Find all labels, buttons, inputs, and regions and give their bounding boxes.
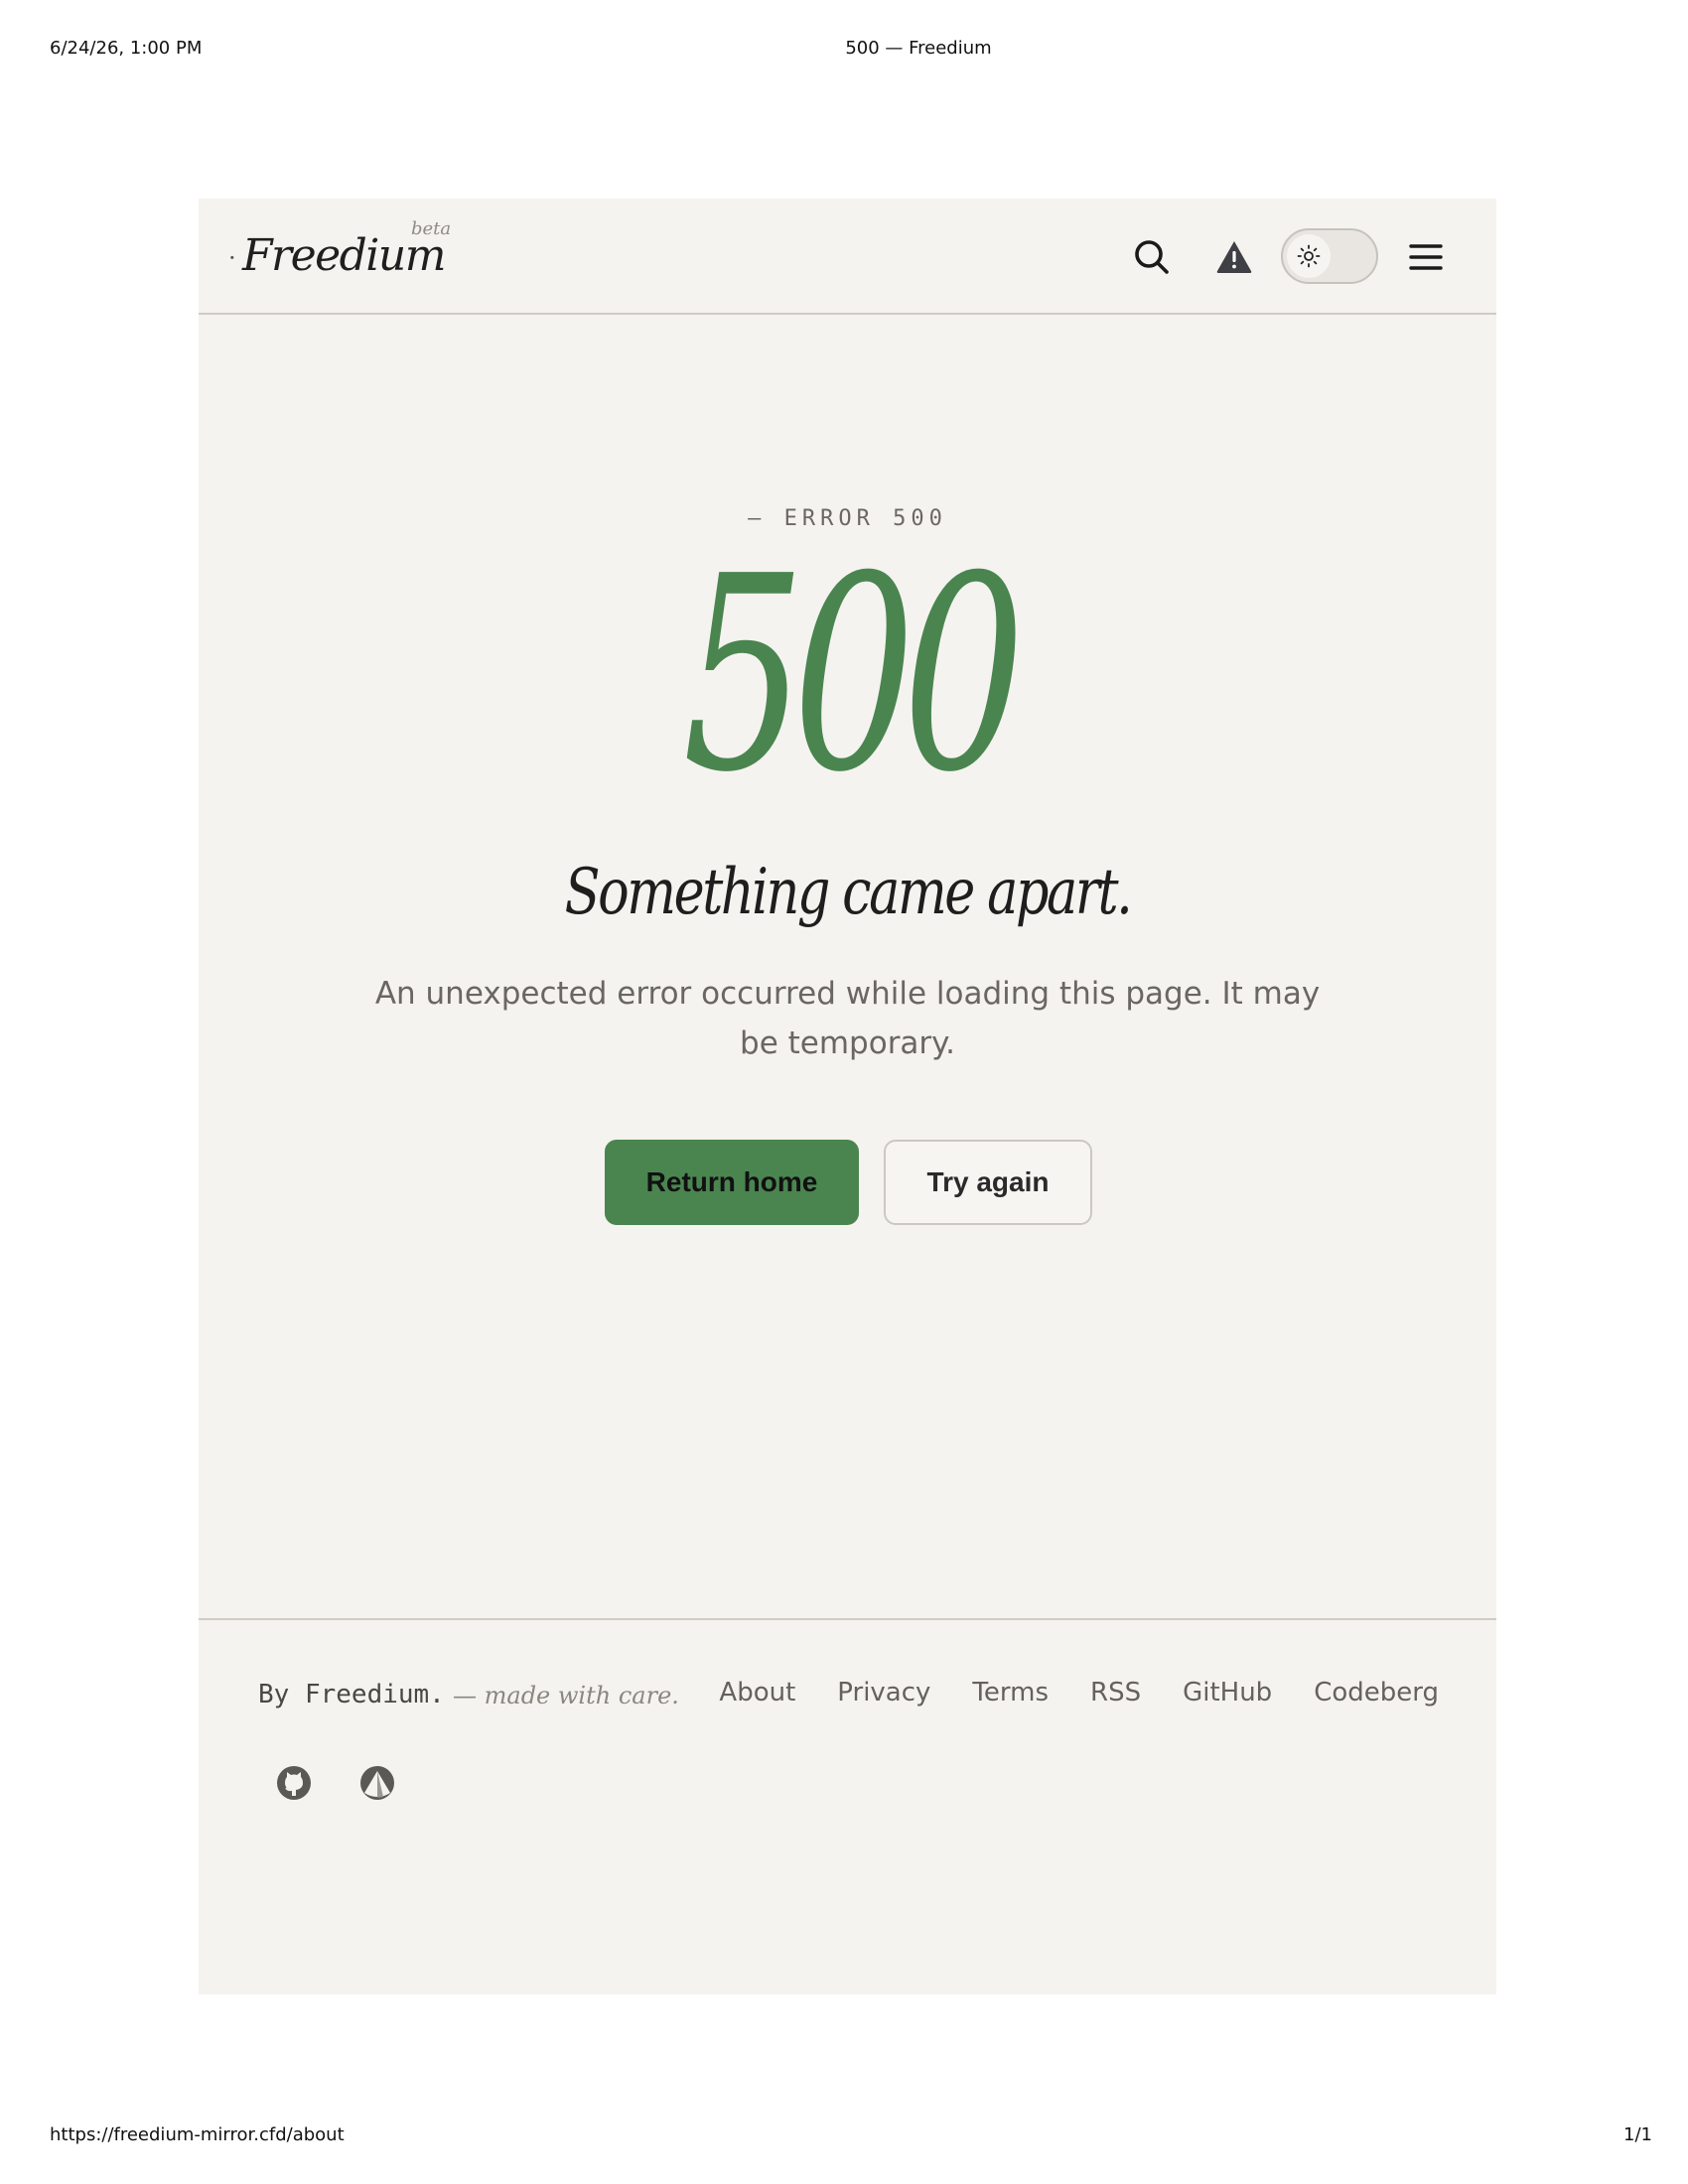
codeberg-social-link[interactable] xyxy=(357,1763,397,1803)
page-frame: · Freedium beta — ERROR 500 500 Somethin… xyxy=(199,199,1496,1994)
sun-icon xyxy=(1297,244,1321,268)
error-headline: Something came apart. xyxy=(564,856,1133,929)
error-code: 500 xyxy=(682,518,1025,831)
return-home-button[interactable]: Return home xyxy=(605,1140,859,1225)
menu-icon xyxy=(1409,244,1443,270)
menu-button[interactable] xyxy=(1401,232,1451,282)
footer-link-terms[interactable]: Terms xyxy=(972,1678,1049,1707)
search-icon xyxy=(1135,240,1169,274)
footer-link-privacy[interactable]: Privacy xyxy=(837,1678,930,1707)
footer-byline: By Freedium. xyxy=(258,1680,445,1709)
alert-triangle-icon xyxy=(1216,241,1252,273)
error-description: An unexpected error occurred while loadi… xyxy=(374,976,1321,1061)
beta-badge: beta xyxy=(411,218,452,239)
footer-link-codeberg[interactable]: Codeberg xyxy=(1314,1678,1439,1707)
footer-link-github[interactable]: GitHub xyxy=(1183,1678,1272,1707)
search-button[interactable] xyxy=(1127,232,1177,282)
footer-tagline: — made with care. xyxy=(453,1682,679,1709)
print-title: 500 — Freedium xyxy=(845,38,992,59)
site-header: · Freedium beta xyxy=(199,199,1496,315)
print-page-number: 1/1 xyxy=(1623,2124,1652,2145)
site-footer: By Freedium. — made with care. About Pri… xyxy=(199,1618,1496,1996)
footer-links: About Privacy Terms RSS GitHub Codeberg xyxy=(719,1678,1439,1707)
codeberg-icon xyxy=(360,1766,394,1800)
print-url: https://freedium-mirror.cfd/about xyxy=(50,2124,345,2145)
footer-link-rss[interactable]: RSS xyxy=(1090,1678,1141,1707)
toggle-knob xyxy=(1287,234,1331,278)
report-button[interactable] xyxy=(1209,232,1259,282)
footer-link-about[interactable]: About xyxy=(719,1678,795,1707)
github-social-link[interactable] xyxy=(274,1763,314,1803)
github-icon xyxy=(277,1766,311,1800)
try-again-button[interactable]: Try again xyxy=(884,1140,1092,1225)
logo-dot: · xyxy=(228,244,236,272)
theme-toggle[interactable] xyxy=(1281,228,1378,284)
